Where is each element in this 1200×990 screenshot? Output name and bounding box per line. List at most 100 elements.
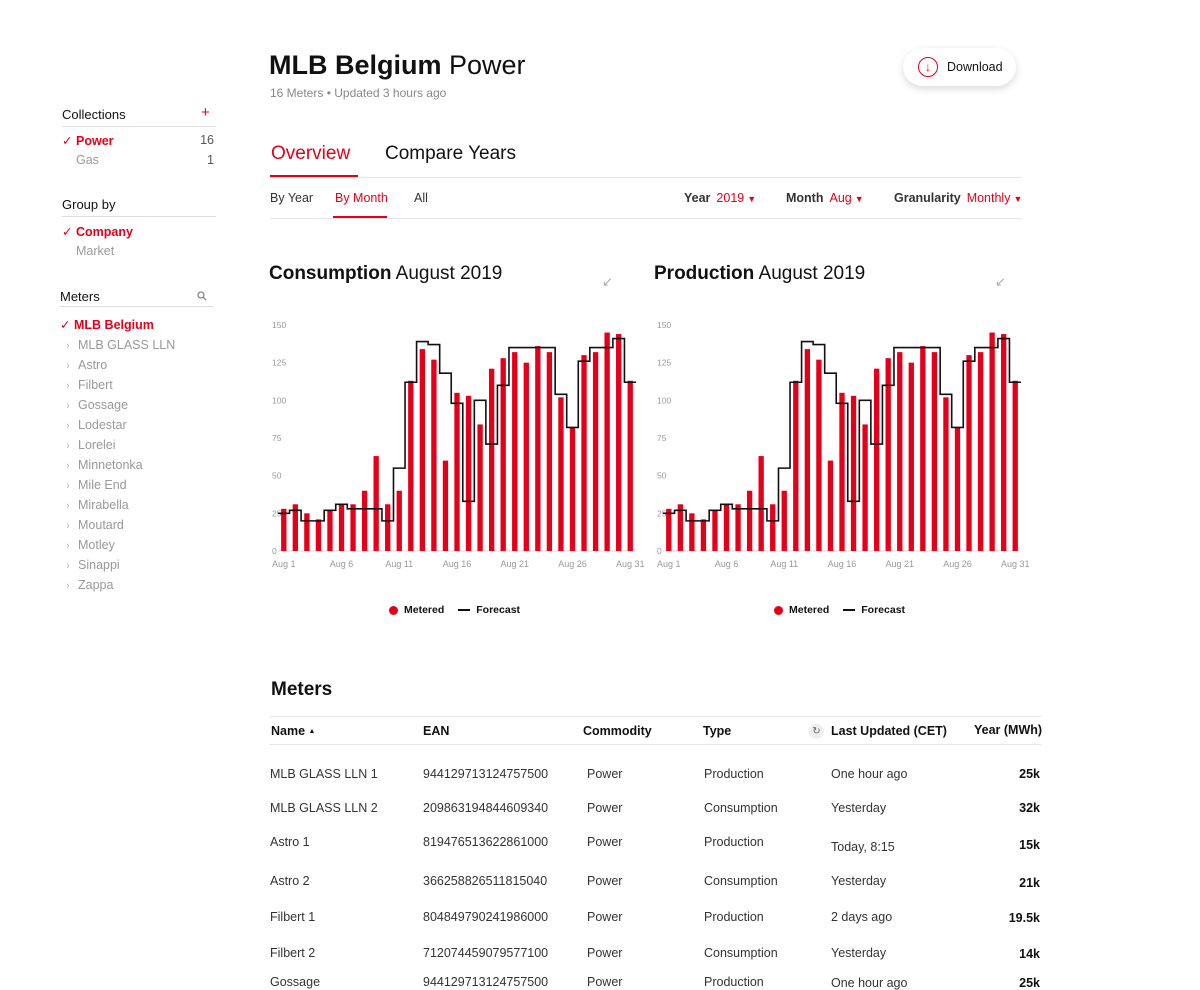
chevron-right-icon[interactable]: › xyxy=(66,500,78,512)
page-subtitle: 16 Meters • Updated 3 hours ago xyxy=(270,86,447,100)
chevron-right-icon[interactable]: › xyxy=(66,480,78,492)
cell-type: Production xyxy=(704,767,764,781)
sidebar-item-meter[interactable]: › Minnetonka xyxy=(62,458,143,472)
metered-bar xyxy=(500,358,506,551)
chevron-right-icon[interactable]: › xyxy=(66,400,78,412)
sidebar-item-meter[interactable]: › Gossage xyxy=(62,398,128,412)
metered-bar xyxy=(523,362,529,551)
cell-year: 21k xyxy=(1019,876,1040,890)
y-tick-label: 75 xyxy=(272,433,282,443)
add-collection-button[interactable]: + xyxy=(201,104,210,121)
group-by-title: Group by xyxy=(62,197,116,212)
check-icon: ✓ xyxy=(62,134,73,148)
subtabs-divider xyxy=(270,218,1022,219)
sidebar-item-meter[interactable]: › MLB GLASS LLN xyxy=(62,338,175,352)
metered-bar xyxy=(770,504,776,551)
cell-name: MLB GLASS LLN 1 xyxy=(270,767,378,781)
year-filter[interactable]: Year 2019 ▼ xyxy=(684,191,756,205)
cell-commodity: Power xyxy=(587,910,623,924)
x-tick-label: Aug 21 xyxy=(885,559,914,569)
cell-type: Consumption xyxy=(704,874,778,888)
metered-bar xyxy=(465,395,472,551)
refresh-icon[interactable]: ↻ xyxy=(809,724,824,739)
column-header-ean[interactable]: EAN xyxy=(423,724,449,738)
column-header-commodity[interactable]: Commodity xyxy=(583,724,652,738)
sidebar-item-meter[interactable]: › Moutard xyxy=(62,518,124,532)
metered-bar xyxy=(666,508,672,551)
subtab-by-year[interactable]: By Year xyxy=(270,191,313,205)
sidebar-item-meter[interactable]: › Lodestar xyxy=(62,418,127,432)
x-tick-label: Aug 21 xyxy=(500,559,529,569)
collapse-chart-icon[interactable]: ↙ xyxy=(602,274,613,290)
chevron-right-icon[interactable]: › xyxy=(66,340,78,352)
metered-bar xyxy=(454,392,460,551)
metered-bar xyxy=(712,510,718,551)
download-button[interactable]: ↓ Download xyxy=(903,48,1016,86)
sidebar-item-gas[interactable]: Gas xyxy=(62,153,99,167)
production-chart-title: Production August 2019 xyxy=(654,263,866,284)
tab-compare-years[interactable]: Compare Years xyxy=(385,143,516,165)
cell-ean: 804849790241986000 xyxy=(423,910,549,924)
column-header-type[interactable]: Type xyxy=(703,724,731,738)
x-tick-label: Aug 31 xyxy=(1001,559,1030,569)
metered-bar xyxy=(1001,334,1007,551)
chevron-right-icon[interactable]: › xyxy=(66,360,78,372)
collections-title: Collections xyxy=(62,107,126,122)
metered-bar xyxy=(616,334,622,551)
month-filter[interactable]: Month Aug ▼ xyxy=(786,191,864,205)
granularity-filter[interactable]: Granularity Monthly ▼ xyxy=(894,191,1022,205)
metered-bar xyxy=(385,504,391,551)
divider xyxy=(270,744,1041,745)
x-tick-label: Aug 16 xyxy=(443,559,472,569)
metered-bar xyxy=(735,504,741,551)
chevron-right-icon[interactable]: › xyxy=(66,380,78,392)
x-tick-label: Aug 6 xyxy=(715,559,739,569)
metered-bar xyxy=(327,510,333,551)
sort-ascending-icon: ▲ xyxy=(308,728,316,735)
chevron-right-icon[interactable]: › xyxy=(66,460,78,472)
cell-year: 15k xyxy=(1019,838,1040,852)
column-header-year[interactable]: Year (MWh) xyxy=(974,723,1042,737)
subtab-all[interactable]: All xyxy=(414,191,428,205)
cell-last-updated: Yesterday xyxy=(831,946,887,960)
metered-bar xyxy=(677,504,683,551)
divider xyxy=(60,306,214,307)
metered-bar xyxy=(966,355,972,551)
metered-bar xyxy=(361,490,368,551)
chevron-right-icon[interactable]: › xyxy=(66,580,78,592)
tab-overview[interactable]: Overview xyxy=(271,143,350,165)
cell-year: 25k xyxy=(1019,976,1040,990)
sidebar-item-power[interactable]: ✓ Power xyxy=(62,133,114,148)
sidebar-item-meter[interactable]: › Motley xyxy=(62,538,115,552)
chevron-right-icon[interactable]: › xyxy=(66,440,78,452)
sidebar-item-meter[interactable]: › Mirabella xyxy=(62,498,129,512)
sidebar-item-company[interactable]: ✓ Company xyxy=(62,224,133,239)
cell-type: Production xyxy=(704,835,764,849)
chevron-right-icon[interactable]: › xyxy=(66,560,78,572)
metered-bar xyxy=(592,352,599,551)
sidebar-item-mlb-belgium[interactable]: ✓ MLB Belgium xyxy=(60,317,154,332)
sidebar-item-meter[interactable]: › Zappa xyxy=(62,578,113,592)
consumption-chart-title: Consumption August 2019 xyxy=(269,263,503,284)
column-header-name[interactable]: Name ▲ xyxy=(271,724,315,738)
collapse-chart-icon[interactable]: ↙ xyxy=(995,274,1006,290)
metered-bar xyxy=(535,346,541,551)
metered-bar xyxy=(897,352,903,551)
search-icon[interactable] xyxy=(197,291,207,301)
sidebar-item-meter[interactable]: › Lorelei xyxy=(62,438,116,452)
metered-bar xyxy=(989,332,995,551)
sidebar-item-meter[interactable]: › Astro xyxy=(62,358,107,372)
cell-type: Consumption xyxy=(704,946,778,960)
column-header-last-updated[interactable]: Last Updated (CET) xyxy=(831,724,947,738)
chevron-right-icon[interactable]: › xyxy=(66,540,78,552)
subtab-by-month[interactable]: By Month xyxy=(335,191,388,205)
sidebar-item-market[interactable]: Market xyxy=(62,244,114,258)
sidebar-item-meter[interactable]: › Filbert xyxy=(62,378,113,392)
sidebar-item-meter[interactable]: › Sinappi xyxy=(62,558,120,572)
chevron-right-icon[interactable]: › xyxy=(66,420,78,432)
metered-bar xyxy=(558,397,564,551)
chevron-right-icon[interactable]: › xyxy=(66,520,78,532)
metered-bar xyxy=(581,355,587,551)
sidebar-item-meter[interactable]: › Mile End xyxy=(62,478,127,492)
check-icon: ✓ xyxy=(62,225,73,239)
